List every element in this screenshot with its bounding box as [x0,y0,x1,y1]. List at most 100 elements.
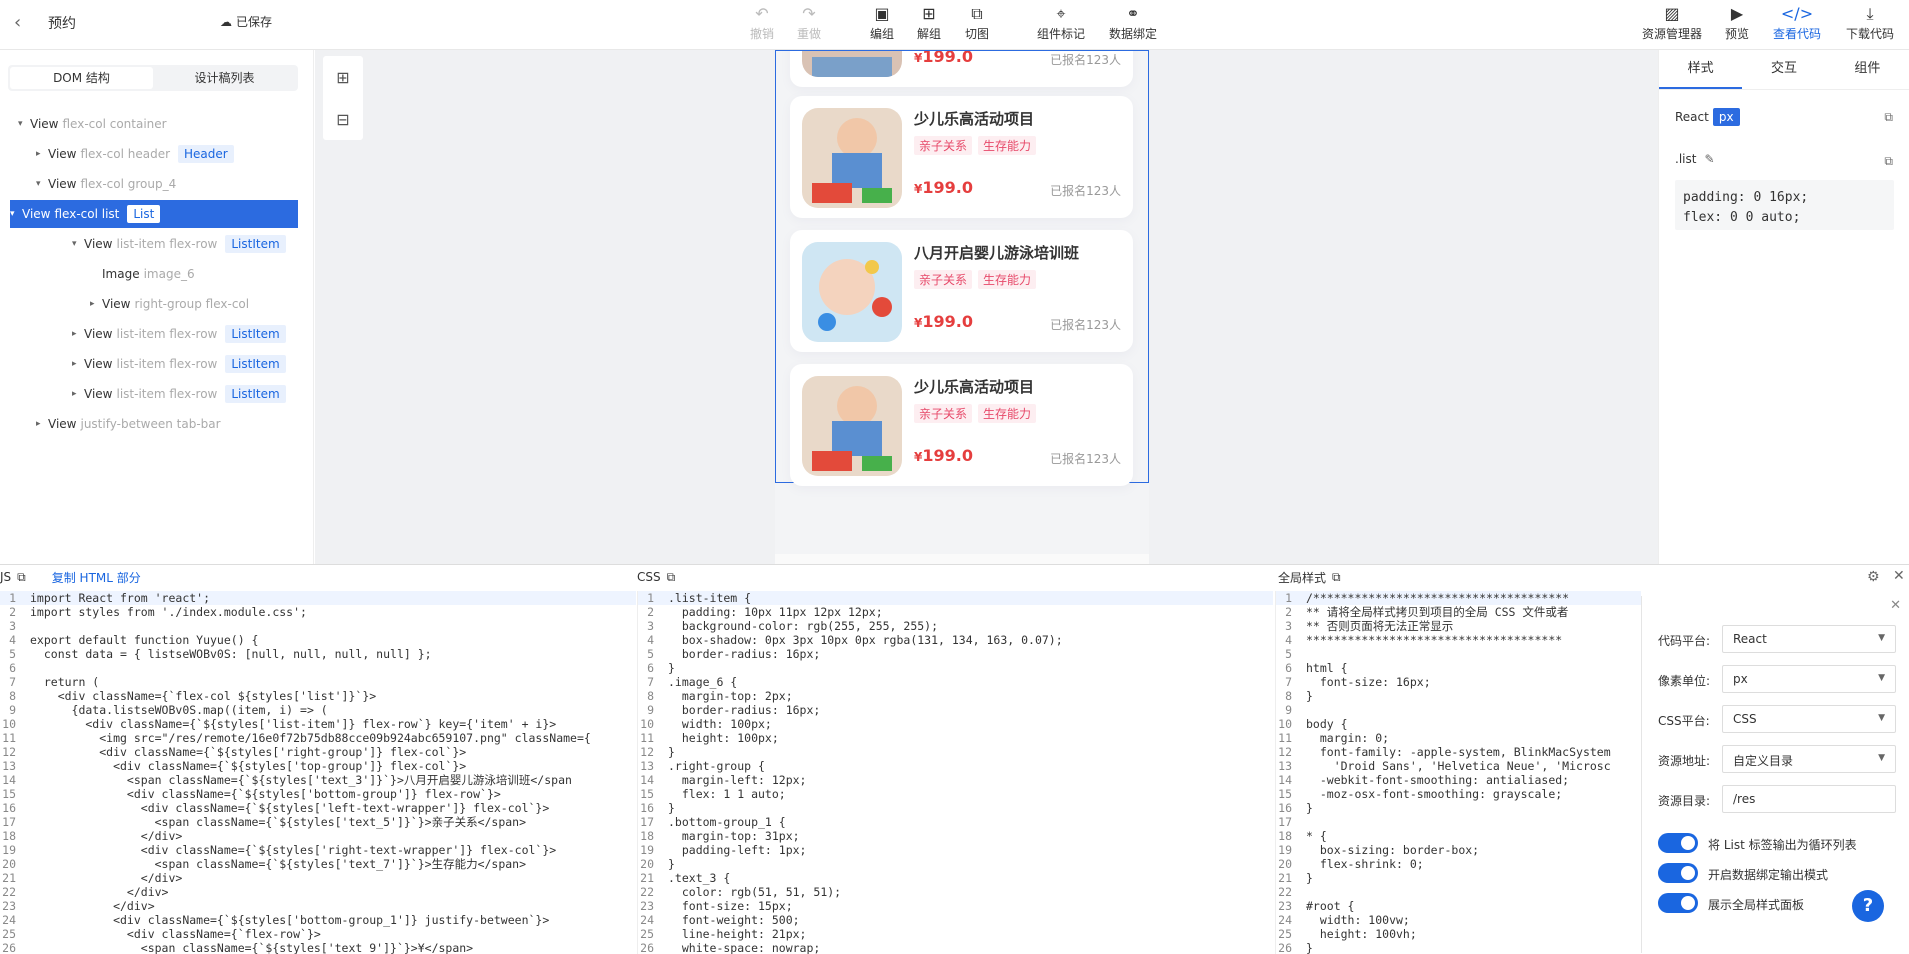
caret-icon[interactable]: ▾ [72,239,84,249]
unit-select[interactable]: px ▼ [1722,665,1896,693]
assets-button[interactable]: ▨ 资源管理器 [1642,3,1702,42]
code-panel: JS ⧉ 复制 HTML 部分 CSS ⧉ 全局样式 ⧉ ⚙ ✕ 1 import Re… [0,564,1909,954]
tree-node[interactable]: ▸ View list-item flex-row ListItem [72,380,286,408]
tree-node[interactable]: ▸ View list-item flex-row ListItem [72,350,286,378]
loop-list-toggle[interactable] [1658,833,1698,853]
code-line: 8 <div className={`flex-col ${styles['li… [9,689,377,703]
slice-button[interactable]: ⧉ 切图 [947,3,1007,42]
caret-icon[interactable]: ▾ [18,119,30,129]
code-line: 14 margin-left: 12px; [640,773,807,787]
page-title: 预约 [48,16,76,32]
code-line: 17 [1278,815,1292,829]
code-line: 19 box-sizing: border-box; [1278,843,1480,857]
download-code-button[interactable]: ⤓ 下载代码 [1840,3,1900,42]
tree-node[interactable]: ▸ View list-item flex-row ListItem [72,320,286,348]
caret-icon[interactable]: ▾ [36,179,48,189]
caret-icon[interactable]: ▸ [36,149,48,159]
data-binding-toggle[interactable] [1658,863,1698,883]
caret-icon[interactable]: ▸ [72,389,84,399]
redo-icon: ↷ [802,4,816,23]
copy-icon[interactable]: ⧉ [17,570,26,585]
caret-icon[interactable]: ▸ [90,299,102,309]
copy-html-link[interactable]: 复制 HTML 部分 [52,569,141,586]
chevron-left-icon[interactable]: ‹ [14,12,21,33]
left-tabs: DOM 结构 设计稿列表 [8,65,298,91]
gear-icon[interactable]: ⚙ [1867,569,1880,585]
code-line: 18 margin-top: 31px; [640,829,800,843]
css-preview: padding: 0 16px; flex: 0 0 auto; [1675,180,1894,230]
tree-node[interactable]: ▾ View flex-col group_4 [36,170,176,198]
tag-pill: 亲子关系 [914,136,973,155]
code-line: 7 font-size: 16px; [1285,675,1431,689]
edit-icon[interactable]: ✎ [1704,152,1714,166]
global-editor[interactable]: 1/************************************* 2… [1275,591,1641,954]
copy-icon[interactable]: ⧉ [1884,110,1893,125]
resource-select[interactable]: 自定义目录 ▼ [1722,745,1896,773]
component-mark-button[interactable]: ⌖ 组件标记 [1031,3,1091,42]
code-line: 3 background-color: rgb(255, 255, 255); [647,619,939,633]
code-line: 1/************************************* [1276,591,1641,605]
code-line: 22 </div> [2,885,169,899]
list-item-card[interactable]: 少儿乐高活动项目 亲子关系 生存能力 ¥199.0 已报名123人 [790,96,1133,218]
caret-icon[interactable]: ▸ [72,359,84,369]
tree-node[interactable]: ▾ View list-item flex-row ListItem [72,230,286,258]
unit-badge[interactable]: px [1712,108,1740,126]
list-item-card[interactable]: 八月开启婴儿游泳培训班 亲子关系 生存能力 ¥199.0 已报名123人 [790,230,1133,352]
component-tag: ListItem [225,235,286,253]
redo-button[interactable]: ↷ 重做 [779,3,839,42]
css-panel-header: CSS ⧉ [637,569,676,585]
code-line: 23 </div> [2,899,155,913]
tree-node[interactable]: ▸ View justify-between tab-bar [36,410,221,438]
tree-node[interactable]: ▾ View flex-col container [18,110,167,138]
tag-pill: 生存能力 [978,404,1037,423]
global-style-toggle[interactable] [1658,893,1698,913]
caret-down-icon: ▼ [1878,713,1885,723]
tree-node[interactable]: ▸ View flex-col header Header [36,140,234,168]
product-image [802,242,902,342]
tab-component[interactable]: 组件 [1826,50,1909,89]
css-platform-select[interactable]: CSS ▼ [1722,705,1896,733]
image-icon: ▨ [1664,4,1680,23]
tag-pill: 生存能力 [978,136,1037,155]
tab-interaction[interactable]: 交互 [1742,50,1825,89]
tab-style[interactable]: 样式 [1659,50,1743,89]
code-line: 12} [640,745,675,759]
code-line: 21 </div> [2,871,183,885]
code-line: 9 {data.listseWOBv0S.map((item, i) => ( [9,703,328,717]
tree-node[interactable]: Image image_6 [90,260,195,288]
caret-icon[interactable]: ▸ [72,329,84,339]
tag-pill: 亲子关系 [914,404,973,423]
list-item-card[interactable]: 少儿乐高活动项目 亲子关系 生存能力 ¥199.0 已报名123人 [790,364,1133,486]
code-line: 26} [1278,941,1313,954]
help-button[interactable]: ? [1852,890,1884,922]
close-icon[interactable]: ✕ [1893,568,1905,584]
data-bind-button[interactable]: ⚭ 数据绑定 [1103,3,1163,42]
caret-down-icon: ▼ [1878,673,1885,683]
tree-node[interactable]: ▾ View flex-col list List [10,200,298,228]
code-line: 2 ** 请将全局样式拷贝到项目的全局 CSS 文件或者 [1285,605,1569,619]
css-editor[interactable]: 1 .list-item {2 padding: 10px 11px 12px 1… [637,591,1273,954]
code-line: 17 .bottom-group_1 { [640,815,786,829]
tab-design-list[interactable]: 设计稿列表 [153,67,296,89]
tab-dom-structure[interactable]: DOM 结构 [10,67,153,89]
signup-count: 已报名123人 [1050,318,1121,332]
layout-icon[interactable]: ⊟ [323,98,363,140]
view-code-button[interactable]: </> 查看代码 [1767,3,1827,42]
caret-icon[interactable]: ▾ [10,209,22,219]
close-icon[interactable]: ✕ [1890,598,1901,613]
link-icon: ⚭ [1126,4,1140,23]
item-title: 少儿乐高活动项目 [914,110,1035,128]
code-line: 14 -webkit-font-smoothing: antialiased; [1278,773,1570,787]
copy-icon[interactable]: ⧉ [1332,570,1341,585]
caret-icon[interactable]: ▸ [36,419,48,429]
copy-icon[interactable]: ⧉ [1884,154,1893,169]
top-toolbar: ‹ 预约 ☁ 已保存 ↶ 撤销 ↷ 重做 ▣ 编组 ⊞ 解组 ⧉ 切图 ⌖ 组件标记 ⚭ 数据绑… [0,0,1909,50]
copy-icon[interactable]: ⧉ [667,570,676,585]
code-line: 6} [647,661,675,675]
platform-select[interactable]: React ▼ [1722,625,1896,653]
resource-dir-input[interactable]: /res [1722,785,1896,813]
preview-button[interactable]: ▶ 预览 [1707,3,1767,42]
js-editor[interactable]: 1 import React from 'react'; 2 import style… [0,591,636,954]
add-frame-icon[interactable]: ⊞ [323,56,363,98]
tree-node[interactable]: ▸ View right-group flex-col [90,290,249,318]
